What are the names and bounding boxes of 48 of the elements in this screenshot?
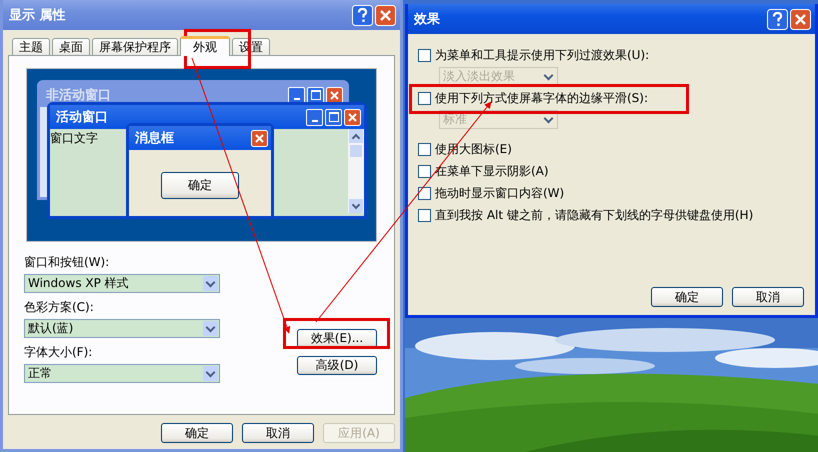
checkbox-label[interactable]: 拖动时显示窗口内容(W)	[435, 184, 564, 202]
tab[interactable]: 外观	[180, 36, 230, 56]
checkbox[interactable]	[418, 48, 431, 62]
checkbox[interactable]	[418, 164, 431, 178]
checkbox[interactable]	[418, 208, 431, 222]
minimize-icon	[306, 108, 323, 126]
ok-button[interactable]: 确定	[161, 172, 239, 199]
close-icon[interactable]	[790, 8, 811, 30]
checkbox-label[interactable]: 使用下列方式使屏幕字体的边缘平滑(S):	[435, 90, 648, 106]
dropdown[interactable]: 正常	[24, 364, 220, 383]
field-label: 字体大小(F):	[24, 344, 94, 361]
minimize-icon	[288, 86, 305, 104]
window-title: 显示 属性	[9, 7, 66, 24]
dialog-button[interactable]: 确定	[651, 287, 723, 307]
window-text: 窗口文字	[50, 130, 98, 147]
close-icon[interactable]	[375, 4, 396, 26]
window-title: 非活动窗口	[46, 86, 111, 104]
maximize-icon	[307, 86, 324, 104]
field-label: 窗口和按钮(W):	[24, 254, 110, 271]
dialog-button[interactable]: 取消	[242, 423, 314, 443]
maximize-icon	[325, 108, 342, 126]
close-icon	[326, 86, 343, 104]
close-icon	[344, 108, 361, 126]
dropdown[interactable]: Windows XP 样式	[24, 274, 220, 293]
close-icon	[251, 130, 268, 146]
checkbox-label[interactable]: 为菜单和工具提示使用下列过渡效果(U):	[435, 46, 650, 64]
window-title: 消息框	[135, 130, 174, 147]
window-title: 活动窗口	[56, 108, 108, 126]
help-icon[interactable]	[767, 8, 788, 30]
scroll-down-icon	[349, 199, 363, 213]
dialog-button[interactable]: 取消	[732, 287, 804, 307]
checkbox[interactable]	[418, 142, 431, 156]
scroll-thumb[interactable]	[350, 145, 362, 157]
window-title: 效果	[414, 11, 440, 28]
highlight-box	[184, 29, 251, 69]
checkbox-label[interactable]: 直到我按 Alt 键之前，请隐藏有下划线的字母供键盘使用(H)	[435, 206, 754, 224]
checkbox[interactable]	[418, 186, 431, 200]
tab[interactable]: 桌面	[52, 38, 90, 55]
field-label: 色彩方案(C):	[24, 299, 95, 316]
dropdown[interactable]: 默认(蓝)	[24, 319, 220, 338]
scroll-up-icon	[349, 129, 363, 143]
dialog-button[interactable]: 确定	[161, 423, 233, 443]
help-icon[interactable]	[352, 4, 373, 26]
tab[interactable]: 屏幕保护程序	[92, 38, 178, 55]
tab[interactable]: 主题	[12, 38, 50, 55]
checkbox-label[interactable]: 在菜单下显示阴影(A)	[435, 162, 549, 180]
dialog-button[interactable]: 高级(D)	[297, 356, 377, 375]
checkbox[interactable]	[418, 92, 431, 104]
